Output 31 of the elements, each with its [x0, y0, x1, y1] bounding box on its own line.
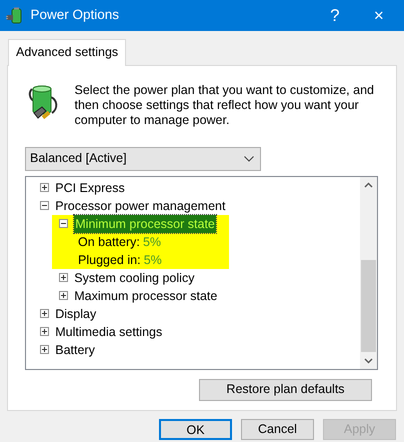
close-button[interactable]: ×: [356, 2, 401, 28]
scrollbar[interactable]: [360, 176, 377, 369]
tree-item[interactable]: Multimedia settings: [55, 322, 162, 341]
help-button[interactable]: ?: [312, 2, 357, 28]
tree-item[interactable]: Battery: [55, 340, 95, 359]
tree-item[interactable]: Maximum processor state: [74, 286, 218, 305]
tree-item[interactable]: Display: [55, 304, 96, 323]
tab[interactable]: Advanced settings: [8, 39, 126, 66]
restore-defaults-button[interactable]: Restore plan defaults: [199, 378, 372, 401]
plan-dropdown[interactable]: Balanced [Active]: [25, 146, 261, 171]
scroll-thumb[interactable]: [361, 260, 376, 352]
setting-label[interactable]: On battery:: [78, 232, 140, 251]
expand-icon[interactable]: [59, 273, 68, 282]
tree-item[interactable]: Processor power management: [55, 196, 226, 215]
dialog-button[interactable]: OK: [159, 418, 232, 440]
tree-item[interactable]: PCI Express: [55, 178, 125, 197]
collapse-icon[interactable]: [59, 219, 68, 228]
intro-text: Select the power plan that you want to customize, and then choose settings that reflect how you want your computer to manage power.: [74, 82, 374, 128]
expand-icon[interactable]: [40, 183, 49, 192]
chevron-down-icon: [244, 156, 254, 162]
window-title: Power Options: [30, 6, 120, 24]
expand-icon[interactable]: [59, 291, 68, 300]
expand-icon[interactable]: [40, 345, 49, 354]
dialog-button[interactable]: Cancel: [241, 418, 314, 440]
collapse-icon[interactable]: [40, 201, 49, 210]
setting-label[interactable]: Plugged in:: [78, 250, 141, 269]
tree-item[interactable]: Minimum processor state: [74, 214, 216, 233]
expand-icon[interactable]: [40, 309, 49, 318]
expand-icon[interactable]: [40, 327, 49, 336]
battery-plug-icon: [6, 6, 24, 24]
tree-item[interactable]: System cooling policy: [74, 268, 194, 287]
